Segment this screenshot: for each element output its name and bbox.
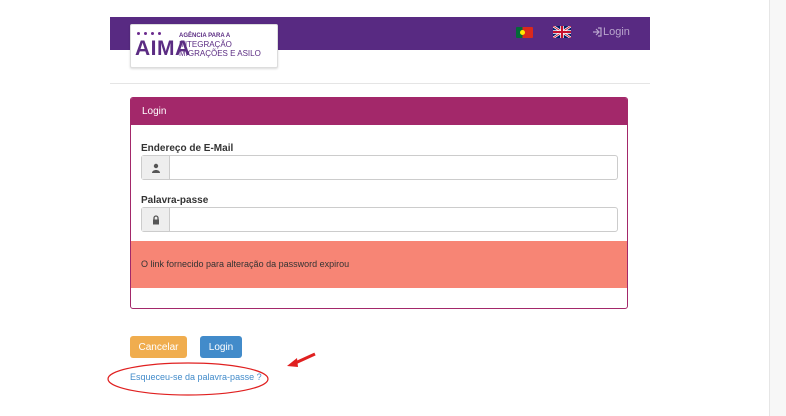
email-field[interactable] bbox=[170, 156, 617, 179]
sign-in-icon bbox=[593, 27, 602, 37]
header-login-label: Login bbox=[603, 26, 630, 38]
email-label: Endereço de E-Mail bbox=[141, 143, 234, 154]
flag-portugal-icon[interactable] bbox=[516, 27, 533, 38]
panel-title: Login bbox=[131, 98, 627, 125]
error-alert: O link fornecido para alteração da passw… bbox=[131, 241, 627, 288]
user-icon bbox=[142, 156, 170, 179]
password-label: Palavra-passe bbox=[141, 195, 209, 206]
logo-line3: MIGRAÇÕES E ASILO bbox=[179, 49, 261, 58]
logo-line1: AGÊNCIA PARA A bbox=[179, 33, 231, 39]
password-field[interactable] bbox=[170, 208, 617, 231]
annotation-overlay bbox=[107, 352, 316, 396]
login-panel: Login Endereço de E-Mail Palavra-passe O… bbox=[130, 97, 628, 309]
flag-united-kingdom-icon[interactable] bbox=[553, 26, 571, 38]
annotation-ellipse bbox=[107, 362, 269, 396]
email-input-group bbox=[141, 155, 618, 180]
divider bbox=[110, 83, 650, 84]
header-login-link[interactable]: Login bbox=[592, 26, 630, 38]
lock-icon bbox=[142, 208, 170, 231]
logo-line2: INTEGRAÇÃO bbox=[179, 40, 232, 49]
password-input-group bbox=[141, 207, 618, 232]
aima-logo[interactable]: AIMA AGÊNCIA PARA A INTEGRAÇÃO MIGRAÇÕES… bbox=[130, 24, 278, 68]
vertical-scrollbar[interactable] bbox=[769, 0, 786, 416]
logo-text: AGÊNCIA PARA A INTEGRAÇÃO MIGRAÇÕES E AS… bbox=[179, 33, 261, 58]
logo-dots bbox=[137, 32, 161, 35]
